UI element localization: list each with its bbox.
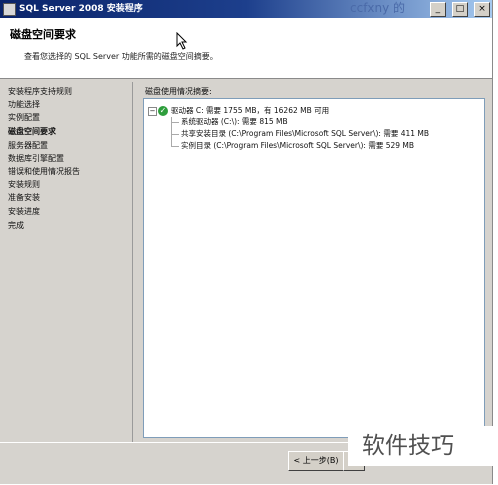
- sidebar-item-install-progress[interactable]: 安装进度: [8, 206, 40, 217]
- sidebar-item-support-rules[interactable]: 安装程序支持规则: [8, 86, 72, 97]
- maximize-button[interactable]: □: [451, 2, 468, 17]
- sidebar-item-install-rules[interactable]: 安装规则: [8, 179, 40, 190]
- tree-connector: [171, 146, 179, 147]
- collapse-toggle-icon[interactable]: −: [148, 107, 157, 116]
- mouse-cursor-icon: [176, 32, 188, 50]
- sidebar-item-disk-space[interactable]: 磁盘空间要求: [8, 126, 56, 137]
- step-sidebar: 安装程序支持规则 功能选择 实例配置 磁盘空间要求 服务器配置 数据库引擎配置 …: [0, 82, 133, 442]
- watermark-bottom: 软件技巧: [348, 426, 498, 466]
- back-button[interactable]: < 上一步(B): [288, 451, 344, 471]
- window-title: SQL Server 2008 安装程序: [19, 4, 143, 14]
- sidebar-item-ready-to-install[interactable]: 准备安装: [8, 192, 40, 203]
- installer-window: SQL Server 2008 安装程序 ccfxny 的 _ □ × 磁盘空间…: [0, 0, 493, 484]
- sidebar-item-error-reporting[interactable]: 错误和使用情况报告: [8, 166, 80, 177]
- disk-usage-tree[interactable]: − ✓ 驱动器 C: 需要 1755 MB，有 16262 MB 可用 系统驱动…: [143, 98, 485, 438]
- app-icon: [3, 3, 16, 16]
- tree-connector: [171, 122, 179, 123]
- sidebar-item-db-engine-config[interactable]: 数据库引擎配置: [8, 153, 64, 164]
- sidebar-item-instance-config[interactable]: 实例配置: [8, 112, 40, 123]
- tree-child-shared-dir[interactable]: 共享安装目录 (C:\Program Files\Microsoft SQL S…: [181, 129, 429, 139]
- watermark-top: ccfxny 的: [350, 1, 406, 15]
- sidebar-item-server-config[interactable]: 服务器配置: [8, 140, 48, 151]
- page-title: 磁盘空间要求: [10, 28, 76, 41]
- sidebar-item-feature-selection[interactable]: 功能选择: [8, 99, 40, 110]
- sidebar-item-complete[interactable]: 完成: [8, 220, 24, 231]
- header-band: 磁盘空间要求 查看您选择的 SQL Server 功能所需的磁盘空间摘要。: [0, 18, 492, 79]
- tree-child-instance-dir[interactable]: 实例目录 (C:\Program Files\Microsoft SQL Ser…: [181, 141, 414, 151]
- minimize-button[interactable]: _: [429, 2, 446, 17]
- check-icon: ✓: [158, 106, 168, 116]
- tree-connector: [171, 134, 179, 135]
- disk-summary-label: 磁盘使用情况摘要:: [145, 87, 212, 96]
- title-bar: SQL Server 2008 安装程序: [0, 0, 492, 18]
- close-button[interactable]: ×: [474, 2, 490, 17]
- tree-root-drive-c[interactable]: 驱动器 C: 需要 1755 MB，有 16262 MB 可用: [171, 106, 329, 116]
- tree-child-system-drive[interactable]: 系统驱动器 (C:\): 需要 815 MB: [181, 117, 288, 127]
- page-subtitle: 查看您选择的 SQL Server 功能所需的磁盘空间摘要。: [24, 52, 218, 61]
